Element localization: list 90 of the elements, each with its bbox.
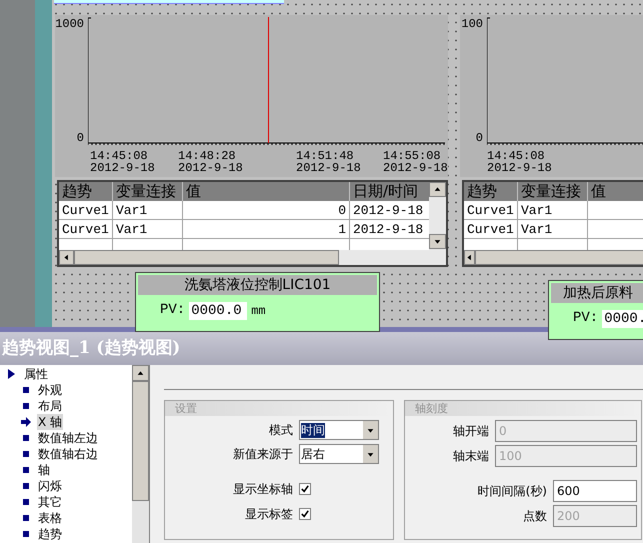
table-cell: Var1 [113,201,183,219]
dropdown-value: 时间 [301,422,325,438]
x-axis-time-label: 14:45:08 [487,150,546,162]
field-label: 时间间隔(秒) [476,482,547,500]
table-cell: Var1 [113,220,183,238]
tree-item[interactable]: 其它 [37,494,63,510]
tree-item[interactable]: 轴 [37,462,51,478]
dropdown-value: 居右 [301,446,325,462]
y-axis-label: 0 [76,132,84,144]
tree-item[interactable]: 布局 [37,398,63,414]
table-cell: Var1 [518,201,588,219]
checkmark-icon [301,510,309,518]
tree-item[interactable]: 表格 [37,510,63,526]
horizontal-scrollbar[interactable] [59,250,429,265]
arrow-icon [21,417,31,427]
dropdown-arrow-button[interactable] [363,421,378,439]
x-axis-time-label: 14:48:28 [178,150,237,162]
checkmark-icon [301,484,309,492]
vertical-scrollbar[interactable] [429,182,446,265]
scroll-left-icon[interactable] [63,254,70,261]
tree-item[interactable]: 数值轴左边 [37,430,99,446]
bullet-icon [23,387,29,393]
x-axis-date-label: 2012-9-18 [296,162,361,174]
x-axis-date-label: 2012-9-18 [383,162,448,174]
scroll-up-icon[interactable] [137,370,144,376]
faceplate-title: 加热后原料 [551,283,643,303]
scroll-down-icon[interactable] [434,238,441,245]
bullet-icon [23,451,29,457]
field-label: 轴末端 [452,448,489,464]
table-cell: 0 [183,201,350,219]
field-label: 模式 [268,422,293,439]
table-cell: 1 [183,220,350,238]
tree-item[interactable]: 闪烁 [37,478,63,494]
checkbox[interactable] [299,482,311,494]
x-axis-time-label: 14:51:48 [296,150,355,162]
bullet-icon [23,531,29,537]
faceplate-title: 洗氨塔液位控制LIC101 [138,275,377,295]
bullet-icon [23,467,29,473]
checkbox[interactable] [299,508,311,520]
x-axis-date-label: 2012-9-18 [487,162,552,174]
field-label: 显示坐标轴 [232,480,293,498]
y-axis-label: 0 [474,132,483,144]
tree-item[interactable]: 趋势 [37,526,63,542]
field-label: 新值来源于 [232,446,293,463]
scroll-down-button[interactable] [429,234,446,249]
inspector-title: 趋势视图_1 (趋势视图) [2,336,180,360]
pv-value-field[interactable]: 0000.0 [189,302,248,320]
scroll-up-icon[interactable] [434,186,441,193]
pv-label: PV: [573,309,598,328]
y-axis-label: 100 [460,18,483,30]
x-axis-time-label: 14:45:08 [90,150,149,162]
table-cell: Curve1 [59,220,113,238]
field-label: 轴开端 [452,422,489,440]
y-axis-label: 1000 [55,18,84,30]
pv-label: PV: [160,301,186,320]
vertical-scrollbar[interactable] [132,365,149,543]
scroll-up-button[interactable] [429,182,446,197]
input-field[interactable]: 600 [553,480,637,502]
table-cell: Curve1 [464,201,518,219]
scroll-left-button[interactable] [464,250,475,265]
pv-value-field[interactable]: 0000. [602,310,643,328]
field-label: 点数 [522,508,547,524]
scroll-up-button[interactable] [132,365,149,381]
caret-icon[interactable] [367,450,374,458]
tree-item[interactable]: 外观 [37,382,63,398]
bullet-icon [23,483,29,489]
table-cell: Curve1 [59,201,113,219]
field-label: 显示标签 [244,506,293,522]
tree-item[interactable]: 属性 [24,366,48,382]
table-cell: Curve1 [464,220,518,238]
x-axis-date-label: 2012-9-18 [178,162,243,174]
bullet-icon [23,403,29,409]
bullet-icon [23,499,29,505]
tree-item[interactable]: X 轴 [37,414,64,430]
scroll-left-button[interactable] [59,250,74,265]
x-axis-date-label: 2012-9-18 [90,162,155,174]
triangle-icon[interactable] [6,368,16,380]
dropdown[interactable]: 居右 [299,444,379,464]
table-cell: Var1 [518,220,588,238]
scrollbar-thumb[interactable] [74,250,339,265]
x-axis-time-label: 14:55:08 [383,150,442,162]
bullet-icon [23,515,29,521]
caret-icon[interactable] [367,426,374,434]
tree-item[interactable]: 数值轴右边 [37,446,99,462]
dropdown-arrow-button[interactable] [363,445,378,463]
scrollbar-thumb[interactable] [132,381,149,501]
scroll-left-icon[interactable] [466,254,473,261]
unit-label: mm [251,302,266,320]
dropdown[interactable]: 时间 [299,420,379,440]
bullet-icon [23,435,29,441]
